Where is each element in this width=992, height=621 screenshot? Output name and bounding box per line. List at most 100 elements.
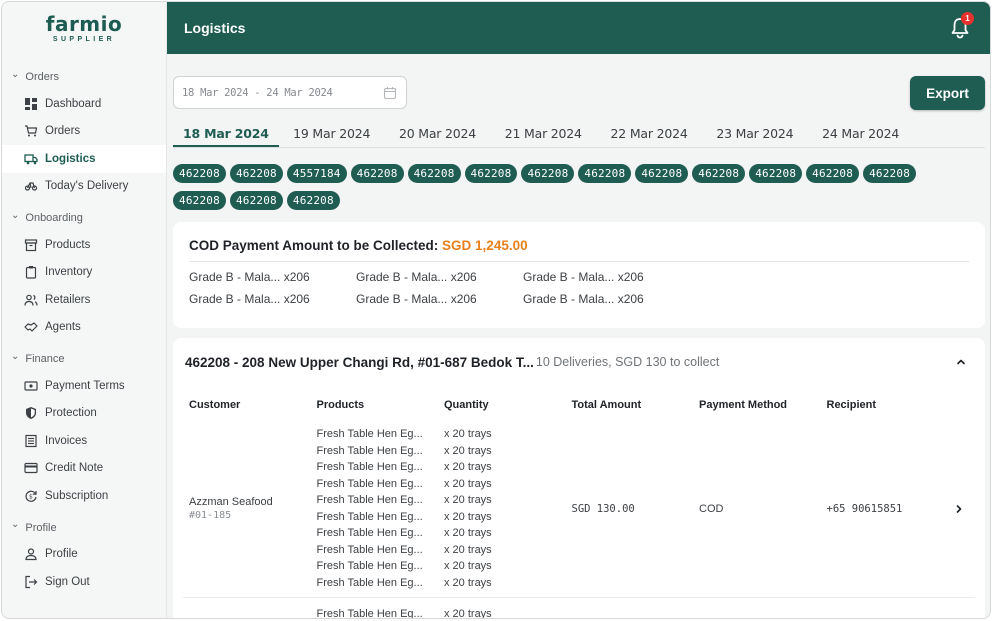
- table-row[interactable]: Fresh Table Hen Eg... x 20 trays: [183, 598, 975, 618]
- column-header: Recipient: [826, 399, 877, 411]
- postal-chip[interactable]: 462208: [578, 164, 632, 183]
- handshake-icon: [24, 320, 38, 334]
- brand-logo[interactable]: farmio SUPPLIER: [2, 2, 166, 54]
- sidebar-item-label: Credit Note: [45, 462, 104, 475]
- sidebar-item-label: Retailers: [45, 293, 91, 306]
- product-name: Fresh Table Hen Eg...: [316, 576, 423, 589]
- chevron-up-icon[interactable]: [955, 356, 967, 368]
- delivery-group-header[interactable]: 462208 - 208 New Upper Changi Rd, #01-68…: [183, 338, 975, 386]
- sidebar-item-payment-terms[interactable]: Payment Terms: [2, 372, 166, 400]
- sidebar-item-products[interactable]: Products: [2, 231, 166, 259]
- postal-chip[interactable]: 462208: [749, 164, 803, 183]
- tab-date[interactable]: 24 Mar 2024: [808, 120, 914, 147]
- section-title: Orders: [25, 71, 60, 83]
- cod-items: Grade B - Mala... x206 Grade B - Mala... …: [189, 262, 969, 306]
- tab-date[interactable]: 19 Mar 2024: [279, 120, 385, 147]
- postal-chip[interactable]: 462208: [407, 164, 461, 183]
- date-range-value: 18 Mar 2024 - 24 Mar 2024: [182, 86, 333, 99]
- page-title: Logistics: [184, 20, 246, 36]
- export-button[interactable]: Export: [910, 76, 985, 110]
- section-header-orders[interactable]: ⌄ Orders: [2, 68, 166, 86]
- sidebar-item-credit-note[interactable]: Credit Note: [2, 455, 166, 483]
- sidebar: farmio SUPPLIER ⌄ Orders Dashboard Orders Lo…: [2, 2, 167, 618]
- sidebar-item-label: Inventory: [45, 266, 93, 279]
- cod-summary-card: COD Payment Amount to be Collected: SGD …: [173, 222, 985, 328]
- sidebar-item-orders[interactable]: Orders: [2, 118, 166, 146]
- cod-item: Grade B - Mala... x206: [356, 292, 477, 306]
- sidebar-item-invoices[interactable]: Invoices: [2, 427, 166, 455]
- postal-chip[interactable]: 462208: [692, 164, 746, 183]
- section-header-onboarding[interactable]: ⌄ Onboarding: [2, 209, 166, 227]
- sidebar-item-profile[interactable]: Profile: [2, 541, 166, 569]
- postal-chip[interactable]: 462208: [635, 164, 689, 183]
- sidebar-item-label: Logistics: [45, 152, 96, 165]
- postal-chip[interactable]: 462208: [521, 164, 575, 183]
- sidebar-item-retailers[interactable]: Retailers: [2, 286, 166, 314]
- notification-badge: 1: [961, 12, 974, 25]
- sidebar-item-logistics[interactable]: Logistics: [2, 145, 166, 173]
- sidebar-item-inventory[interactable]: Inventory: [2, 259, 166, 287]
- chevron-down-icon: ⌄: [11, 68, 20, 80]
- sidebar-item-sign-out[interactable]: Sign Out: [2, 568, 166, 596]
- postal-chip[interactable]: 462208: [229, 164, 283, 183]
- delivery-group-title: 462208 - 208 New Upper Changi Rd, #01-68…: [185, 354, 534, 370]
- sidebar-item-label: Payment Terms: [45, 379, 125, 392]
- sidebar-item-label: Profile: [45, 548, 78, 561]
- delivery-icon: [24, 179, 38, 193]
- calendar-icon: [383, 87, 397, 100]
- postal-chip[interactable]: 462208: [286, 191, 340, 210]
- section-header-profile[interactable]: ⌄ Profile: [2, 519, 166, 537]
- tab-date[interactable]: 21 Mar 2024: [490, 120, 596, 147]
- table-row[interactable]: Azzman Seafood #01-185 Fresh Table Hen Eg.…: [183, 420, 975, 598]
- shield-icon: [24, 406, 38, 420]
- product-name: Fresh Table Hen Eg...: [316, 477, 423, 490]
- postal-chip[interactable]: 462208: [806, 164, 860, 183]
- postal-chip[interactable]: 462208: [350, 164, 404, 183]
- section-title: Finance: [25, 353, 65, 365]
- product-name: Fresh Table Hen Eg...: [316, 543, 423, 556]
- recipient-cell: +65 90615851: [826, 502, 903, 515]
- postal-code-chips: 462208 462208 4557184 462208 462208 462208 462…: [173, 164, 963, 210]
- sidebar-item-agents[interactable]: Agents: [2, 314, 166, 342]
- sidebar-item-dashboard[interactable]: Dashboard: [2, 90, 166, 118]
- postal-chip[interactable]: 462208: [173, 164, 226, 183]
- svg-text:$: $: [29, 493, 33, 500]
- tab-date[interactable]: 22 Mar 2024: [596, 120, 702, 147]
- cod-item: Grade B - Mala... x206: [523, 270, 644, 284]
- product-name: Fresh Table Hen Eg...: [316, 510, 423, 523]
- tab-date[interactable]: 20 Mar 2024: [385, 120, 491, 147]
- postal-chip[interactable]: 4557184: [286, 164, 347, 183]
- customer-unit: #01-185: [189, 510, 232, 521]
- cod-item: Grade B - Mala... x206: [523, 292, 644, 306]
- column-header: Payment Method: [699, 399, 788, 411]
- postal-chip[interactable]: 462208: [863, 164, 917, 183]
- cod-item: Grade B - Mala... x206: [189, 270, 310, 284]
- quantity-cell: x 20 trays x 20 trays x 20 trays x 20 trays…: [444, 426, 572, 591]
- quantity-value: x 20 trays: [444, 428, 492, 440]
- sidebar-item-label: Products: [45, 238, 91, 251]
- postal-chip[interactable]: 462208: [464, 164, 518, 183]
- tab-date[interactable]: 23 Mar 2024: [702, 120, 808, 147]
- tab-date[interactable]: 18 Mar 2024: [173, 120, 279, 147]
- postal-chip[interactable]: 462208: [173, 191, 226, 210]
- sidebar-item-subscription[interactable]: $ Subscription: [2, 482, 166, 510]
- sidebar-item-today-s-delivery[interactable]: Today's Delivery: [2, 173, 166, 201]
- delivery-table-body: Azzman Seafood #01-185 Fresh Table Hen Eg.…: [183, 420, 975, 618]
- products-cell: Fresh Table Hen Eg... Fresh Table Hen Eg.…: [317, 426, 445, 591]
- date-tabs: 18 Mar 2024 19 Mar 2024 20 Mar 2024 21 Mar …: [173, 120, 985, 148]
- product-name: Fresh Table Hen Eg...: [316, 444, 423, 457]
- quantity-value: x 20 trays: [444, 527, 492, 539]
- cod-item: Grade B - Mala... x206: [189, 292, 310, 306]
- notifications-button[interactable]: 1: [950, 12, 974, 39]
- delivery-table-header: Customer Products Quantity Total Amount Paym…: [183, 386, 975, 420]
- chevron-right-icon[interactable]: [953, 503, 965, 518]
- postal-chip[interactable]: 462208: [229, 191, 283, 210]
- customer-cell: [189, 600, 317, 618]
- archive-icon: [24, 238, 38, 252]
- sidebar-item-protection[interactable]: Protection: [2, 400, 166, 428]
- section-header-finance[interactable]: ⌄ Finance: [2, 350, 166, 368]
- customer-cell: Azzman Seafood #01-185: [189, 426, 317, 591]
- date-range-picker[interactable]: 18 Mar 2024 - 24 Mar 2024: [173, 76, 407, 109]
- sign-out-icon: [24, 575, 38, 589]
- sidebar-item-label: Orders: [45, 125, 81, 138]
